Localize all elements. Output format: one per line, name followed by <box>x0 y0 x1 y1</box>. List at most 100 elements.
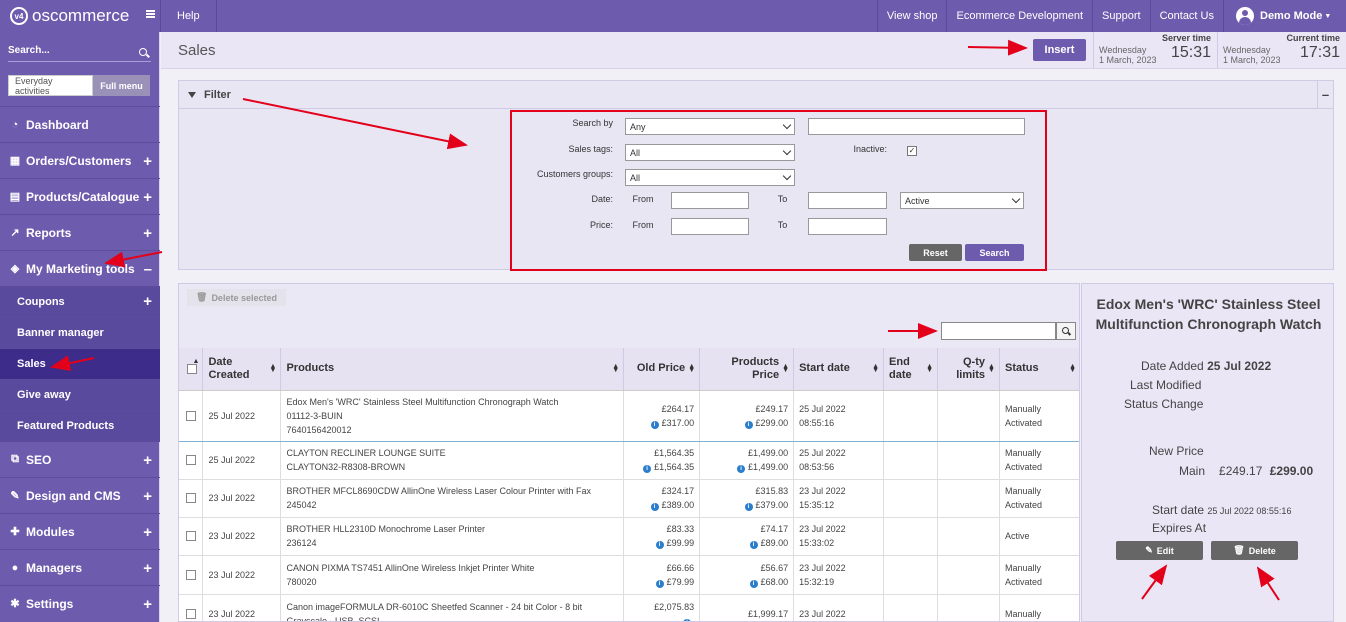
sidebar-item-give-away[interactable]: Give away <box>0 379 160 410</box>
sidebar-item-managers[interactable]: ● Managers + <box>0 549 160 585</box>
sidebar-item-reports[interactable]: ↗ Reports + <box>0 214 160 250</box>
price-to-input[interactable] <box>808 218 887 235</box>
start-time-value: 15:33:02 <box>799 538 835 548</box>
search-icon[interactable] <box>139 48 147 56</box>
user-menu[interactable]: Demo Mode ▼ <box>1223 0 1346 32</box>
col-products[interactable]: Products ▲ ▼ <box>280 348 625 391</box>
sidebar-search-input[interactable]: Search... <box>8 42 151 62</box>
filter-header[interactable]: Filter – <box>179 81 1333 109</box>
row-checkbox[interactable] <box>185 410 196 421</box>
price-from-input[interactable] <box>671 218 749 235</box>
col-date-created[interactable]: Date Created ▲ ▼ <box>202 348 282 391</box>
sidebar-item-coupons[interactable]: Coupons + <box>0 286 160 317</box>
search-by-select[interactable]: Any <box>625 118 795 135</box>
col-old-price[interactable]: Old Price ▲ ▼ <box>623 348 701 391</box>
products-price-net: £56.67 <box>760 562 789 573</box>
status-text: Active <box>1004 531 1030 541</box>
date-created-cell: 23 Jul 2022 <box>202 594 282 621</box>
search-button[interactable]: Search <box>965 244 1024 261</box>
table-row[interactable]: 23 Jul 2022 CANON PIXMA TS7451 AllinOne W… <box>179 555 1079 595</box>
row-checkbox[interactable] <box>185 493 196 503</box>
table-row[interactable]: 25 Jul 2022 CLAYTON RECLINER LOUNGE SUITE… <box>179 441 1079 480</box>
product-line: CLAYTON RECLINER LOUNGE SUITE <box>286 448 446 458</box>
col-start-date[interactable]: Start date ▲ ▼ <box>793 348 885 391</box>
contact-us-link[interactable]: Contact Us <box>1149 0 1223 32</box>
status-select[interactable]: Active <box>900 192 1024 209</box>
sidebar-item-featured-products[interactable]: Featured Products <box>0 410 160 441</box>
support-link[interactable]: Support <box>1092 0 1150 32</box>
row-select-cell[interactable] <box>179 479 204 518</box>
user-avatar-icon <box>1236 7 1254 25</box>
info-icon: i <box>749 541 758 549</box>
row-select-cell[interactable] <box>179 441 204 480</box>
status-text: Manually <box>1004 486 1042 496</box>
sidebar-item-sales[interactable]: Sales <box>0 348 160 379</box>
inactive-checkbox[interactable]: ✓ <box>907 146 917 156</box>
tab-full-menu[interactable]: Full menu <box>93 75 150 96</box>
date-from-input[interactable] <box>671 192 749 209</box>
date-to-input[interactable] <box>808 192 887 209</box>
logo[interactable]: v4 oscommerce <box>0 0 160 32</box>
row-select-cell[interactable] <box>179 389 204 442</box>
delete-selected-button[interactable]: 🗑 Delete selected <box>187 289 286 306</box>
old-price-net: £324.17 <box>661 486 695 496</box>
status-text: Manually <box>1004 609 1042 619</box>
row-select-cell[interactable] <box>179 555 204 595</box>
filter-form: Search by Any Sales tags: All Inactive: … <box>510 110 1047 271</box>
col-products-price[interactable]: Products Price ▲ ▼ <box>699 348 795 391</box>
dashboard-icon: ◔ <box>11 118 19 131</box>
sidebar-item-settings[interactable]: ✱ Settings + <box>0 585 160 621</box>
row-select-cell[interactable] <box>179 517 204 556</box>
products-price-cell: £315.83 i £379.00 <box>699 479 795 518</box>
table-search-button[interactable] <box>1056 322 1076 340</box>
sort-icon: ▲ ▼ <box>612 363 620 374</box>
reset-button[interactable]: Reset <box>909 244 962 261</box>
product-line: 780020 <box>286 576 317 587</box>
col-end-date[interactable]: End date ▲ ▼ <box>883 348 938 391</box>
sidebar-item-dashboard[interactable]: ◔ Dashboard <box>0 106 160 142</box>
sidebar-item-orders[interactable]: ▦ Orders/Customers + <box>0 142 160 178</box>
insert-button[interactable]: Insert <box>1033 39 1086 61</box>
row-checkbox[interactable] <box>185 531 196 541</box>
row-checkbox[interactable] <box>185 455 196 465</box>
select-all-checkbox[interactable] <box>187 363 197 374</box>
product-line: CLAYTON32-R8308-BROWN <box>286 462 406 472</box>
info-icon: i <box>744 503 753 511</box>
col-qty-limits[interactable]: Q-ty limits ▲ ▼ <box>937 348 1000 391</box>
customers-groups-select[interactable]: All <box>625 169 795 186</box>
table-row[interactable]: 23 Jul 2022 BROTHER MFCL8690CDW AllinOne … <box>179 479 1079 518</box>
select-all-header[interactable]: ▲ <box>179 348 204 391</box>
ecommerce-development-link[interactable]: Ecommerce Development <box>946 0 1092 32</box>
tab-everyday-activities[interactable]: Everyday activities <box>8 75 93 96</box>
start-date-cell: 23 Jul 2022 15:32:19 <box>793 555 885 595</box>
table-row[interactable]: 25 Jul 2022 Edox Men's 'WRC' Stainless St… <box>179 389 1079 442</box>
collapse-button[interactable]: – <box>1317 81 1333 108</box>
sidebar-item-banner-manager[interactable]: Banner manager <box>0 317 160 348</box>
table-row[interactable]: 23 Jul 2022 BROTHER HLL2310D Monochrome L… <box>179 517 1079 556</box>
help-link[interactable]: Help <box>160 0 217 32</box>
sidebar-item-seo[interactable]: ⧉ SEO + <box>0 441 160 477</box>
sidebar-item-modules[interactable]: ✚ Modules + <box>0 513 160 549</box>
products-price-gross: £379.00 <box>755 500 789 510</box>
old-price-gross: £1,564.35 <box>654 462 695 472</box>
table-row[interactable]: 23 Jul 2022 Canon imageFORMULA DR-6010C S… <box>179 594 1079 621</box>
delete-button[interactable]: 🗑 Delete <box>1211 541 1298 560</box>
search-text-input[interactable] <box>808 118 1025 135</box>
row-select-cell[interactable] <box>179 594 204 621</box>
col-status[interactable]: Status ▲ ▼ <box>999 348 1079 391</box>
sidebar-item-label: Products/Catalogue <box>26 189 140 204</box>
edit-button[interactable]: ✎ Edit <box>1116 541 1203 560</box>
view-shop-link[interactable]: View shop <box>876 0 947 32</box>
row-checkbox[interactable] <box>185 609 196 619</box>
sitemap-icon: ⧉ <box>11 453 19 465</box>
table-search-input[interactable] <box>941 322 1056 340</box>
sales-tags-select[interactable]: All <box>625 144 795 161</box>
sidebar-item-design[interactable]: ✎ Design and CMS + <box>0 477 160 513</box>
hamburger-icon[interactable] <box>146 10 155 18</box>
main-price-gross: £299.00 <box>1269 464 1314 478</box>
sidebar-item-products[interactable]: ▤ Products/Catalogue + <box>0 178 160 214</box>
product-line: 245042 <box>286 500 317 510</box>
sidebar-item-marketing[interactable]: ◈ My Marketing tools – <box>0 250 160 286</box>
old-price-cell: £2,075.83i <box>623 594 701 621</box>
row-checkbox[interactable] <box>185 569 196 580</box>
